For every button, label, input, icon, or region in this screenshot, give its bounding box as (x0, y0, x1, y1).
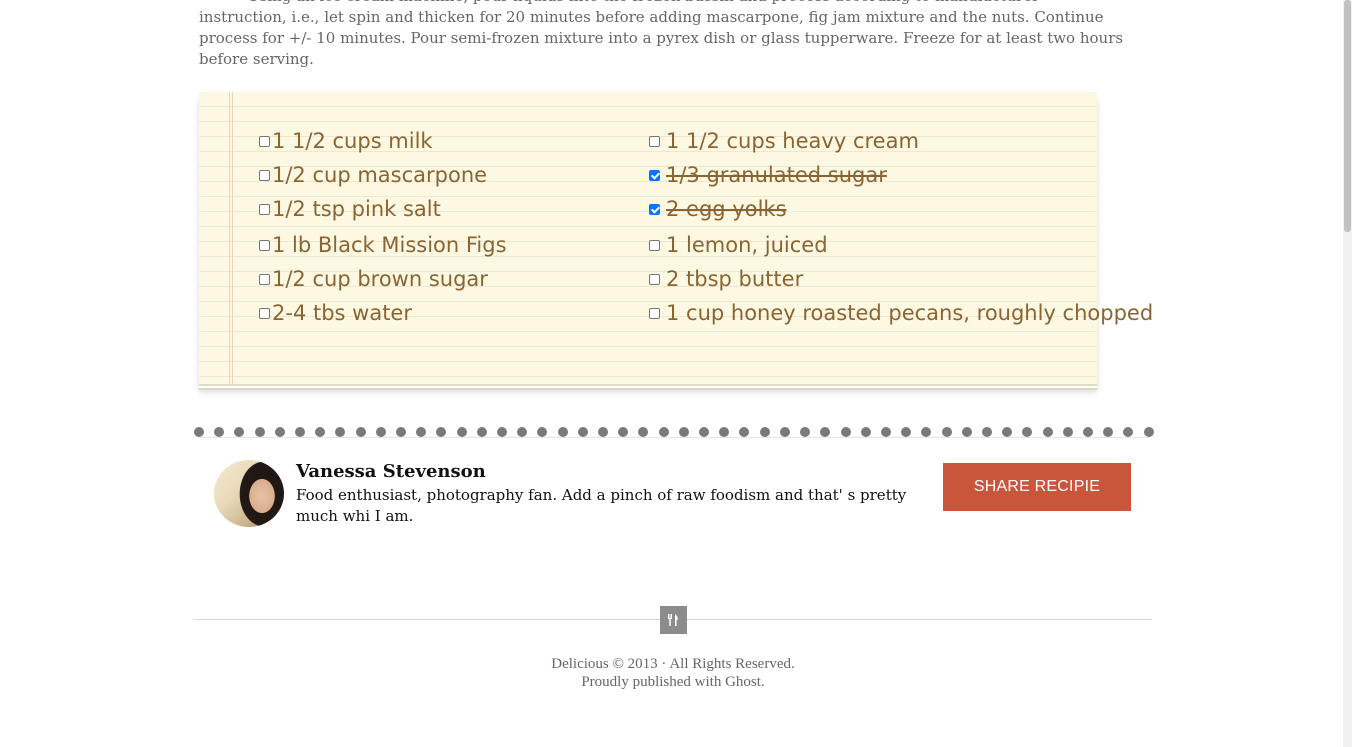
divider-dot (375, 427, 386, 437)
ingredient-checkbox[interactable] (259, 273, 270, 285)
divider-dot (557, 427, 568, 437)
ingredient-item[interactable]: 2 tbsp butter (649, 264, 803, 294)
divider-dot (355, 427, 366, 437)
divider-dot (396, 427, 407, 437)
divider-dot (759, 427, 770, 437)
divider-dot (1082, 427, 1093, 437)
divider-dot (254, 427, 265, 437)
divider-dot (1143, 427, 1154, 437)
ingredient-item[interactable]: 2-4 tbs water (259, 298, 412, 328)
divider-dot (880, 427, 891, 437)
ingredient-label: 1 1/2 cups heavy cream (666, 129, 919, 153)
divider-dot (577, 427, 588, 437)
ingredient-item[interactable]: 1/2 cup brown sugar (259, 264, 488, 294)
ingredient-checkbox[interactable] (649, 273, 660, 285)
ingredient-label: 2 tbsp butter (666, 267, 804, 291)
ingredient-item[interactable]: 1 lemon, juiced (649, 230, 828, 260)
notepad-margin-line (229, 92, 230, 384)
divider-dot (456, 427, 467, 437)
divider-dot (800, 427, 811, 437)
divider-dot (739, 427, 750, 437)
divider-dot (981, 427, 992, 437)
divider-dot (941, 427, 952, 437)
footer-text: Delicious © 2013 · All Rights Reserved. … (0, 655, 1346, 691)
divider-dot (678, 427, 689, 437)
ingredient-checkbox[interactable] (259, 135, 270, 147)
ingredient-checkbox[interactable] (259, 307, 270, 319)
divider-dot (658, 427, 669, 437)
ingredient-label: 1/2 tsp pink salt (272, 197, 441, 221)
recipe-instructions: Using an ice cream machine, pour liquids… (199, 0, 1124, 68)
divider-dot (517, 427, 528, 437)
divider-dot (537, 427, 548, 437)
divider-dot (1062, 427, 1073, 437)
ingredient-label: 1 1/2 cups milk (272, 129, 433, 153)
ingredient-label: 2-4 tbs water (272, 301, 412, 325)
fork-knife-icon[interactable] (660, 606, 687, 634)
ingredient-label: 1 cup honey roasted pecans, roughly chop… (666, 301, 1154, 325)
divider-dot (901, 427, 912, 437)
divider-dot (598, 427, 609, 437)
ingredient-label: 1 lb Black Mission Figs (272, 233, 507, 257)
divider-dot (961, 427, 972, 437)
divider-dot (860, 427, 871, 437)
divider-dot (436, 427, 447, 437)
divider-dot (234, 427, 245, 437)
divider-dot (295, 427, 306, 437)
divider-dot (497, 427, 508, 437)
ingredient-checkbox[interactable] (259, 169, 270, 181)
divider-dot (719, 427, 730, 437)
divider-dot (315, 427, 326, 437)
author-bio: Food enthusiast, photography fan. Add a … (296, 486, 907, 525)
divider-line (199, 437, 1151, 438)
divider-dot (820, 427, 831, 437)
divider-dot (1002, 427, 1013, 437)
ingredient-item[interactable]: 1/2 cup mascarpone (259, 160, 487, 190)
footer-published: Proudly published with Ghost. (581, 674, 765, 690)
ingredient-checkbox[interactable] (649, 307, 660, 319)
fork-knife-icon-svg (668, 614, 678, 626)
divider-dot (1123, 427, 1134, 437)
divider-dot (476, 427, 487, 437)
ingredient-item[interactable]: 1/3 granulated sugar (649, 160, 887, 190)
divider-dot (618, 427, 629, 437)
ingredient-item[interactable]: 1 1/2 cups heavy cream (649, 126, 919, 156)
ingredient-checkbox[interactable] (649, 203, 660, 215)
notepad-margin-line (232, 92, 233, 384)
ingredient-item[interactable]: 1 cup honey roasted pecans, roughly chop… (649, 298, 1153, 328)
ingredient-label: 1/2 cup brown sugar (272, 267, 488, 291)
divider-dot (1103, 427, 1114, 437)
ingredient-checkbox[interactable] (649, 169, 660, 181)
divider-dot (921, 427, 932, 437)
divider-dot (194, 427, 204, 437)
ingredient-label: 2 egg yolks (666, 197, 787, 221)
divider-dot (638, 427, 649, 437)
ingredient-label: 1 lemon, juiced (666, 233, 828, 257)
scrollbar-thumb[interactable] (1344, 0, 1351, 232)
share-recipe-button[interactable]: SHARE RECIPIE (943, 463, 1131, 511)
ingredient-checkbox[interactable] (259, 239, 270, 251)
divider-dot (779, 427, 790, 437)
divider-dot (274, 427, 285, 437)
author-avatar (214, 460, 284, 527)
ingredient-item[interactable]: 1 1/2 cups milk (259, 126, 433, 156)
ingredient-item[interactable]: 2 egg yolks (649, 194, 787, 224)
footer-copyright: Delicious © 2013 · All Rights Reserved. (551, 656, 795, 672)
ingredient-label: 1/2 cup mascarpone (272, 163, 488, 187)
ingredient-item[interactable]: 1 lb Black Mission Figs (259, 230, 507, 260)
divider-dot (840, 427, 851, 437)
ingredient-item[interactable]: 1/2 tsp pink salt (259, 194, 441, 224)
divider-dot (416, 427, 427, 437)
divider-dot (1022, 427, 1033, 437)
author-name: Vanessa Stevenson (296, 461, 486, 482)
divider-dot (335, 427, 346, 437)
ingredient-checkbox[interactable] (259, 203, 270, 215)
divider-dot (1042, 427, 1053, 437)
divider-dot (699, 427, 710, 437)
ingredient-checkbox[interactable] (649, 239, 660, 251)
ingredient-checkbox[interactable] (649, 135, 660, 147)
divider-dot (214, 427, 225, 437)
ingredient-label: 1/3 granulated sugar (666, 163, 887, 187)
